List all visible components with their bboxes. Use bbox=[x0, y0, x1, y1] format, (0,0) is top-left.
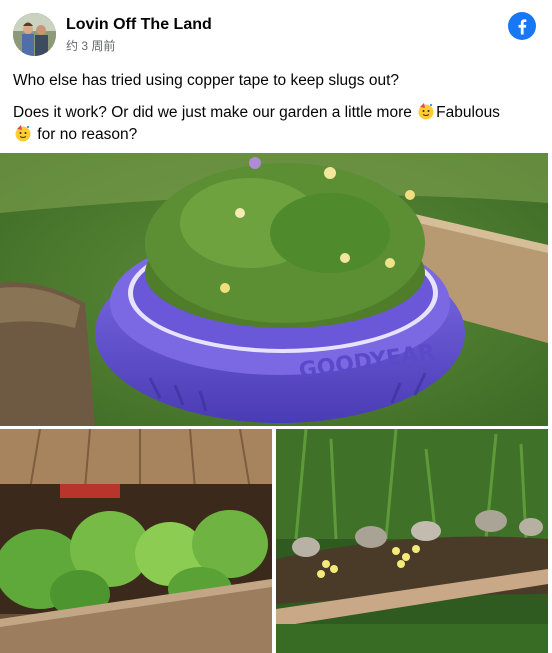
avatar-image bbox=[13, 13, 56, 56]
post-text-part-1: Does it work? Or did we just make our ga… bbox=[13, 104, 417, 121]
lettuce-bed-photo[interactable] bbox=[0, 429, 272, 653]
flower-bed-photo[interactable] bbox=[276, 429, 548, 653]
post-text-part-3: for no reason? bbox=[33, 126, 138, 143]
tire-planter-photo[interactable]: GOODYEAR bbox=[0, 153, 548, 426]
avatar[interactable] bbox=[13, 13, 56, 56]
lettuce-bed-image bbox=[0, 429, 272, 653]
post-text-line-1: Who else has tried using copper tape to … bbox=[13, 72, 400, 89]
partying-face-icon bbox=[418, 103, 434, 120]
facebook-logo-icon bbox=[508, 12, 536, 40]
post-text-line-2: Does it work? Or did we just make our ga… bbox=[13, 102, 541, 146]
facebook-post: Lovin Off The Land 约 3 周前 Who else has t… bbox=[0, 0, 552, 653]
flower-bed-image bbox=[276, 429, 548, 653]
partying-face-icon bbox=[15, 125, 31, 142]
tire-planter-image: GOODYEAR bbox=[0, 153, 548, 426]
post-text-part-2: Fabulous bbox=[436, 104, 500, 121]
post-timestamp[interactable]: 约 3 周前 bbox=[66, 37, 115, 54]
page-name[interactable]: Lovin Off The Land bbox=[66, 16, 212, 34]
post-text: Who else has tried using copper tape to … bbox=[13, 70, 541, 146]
